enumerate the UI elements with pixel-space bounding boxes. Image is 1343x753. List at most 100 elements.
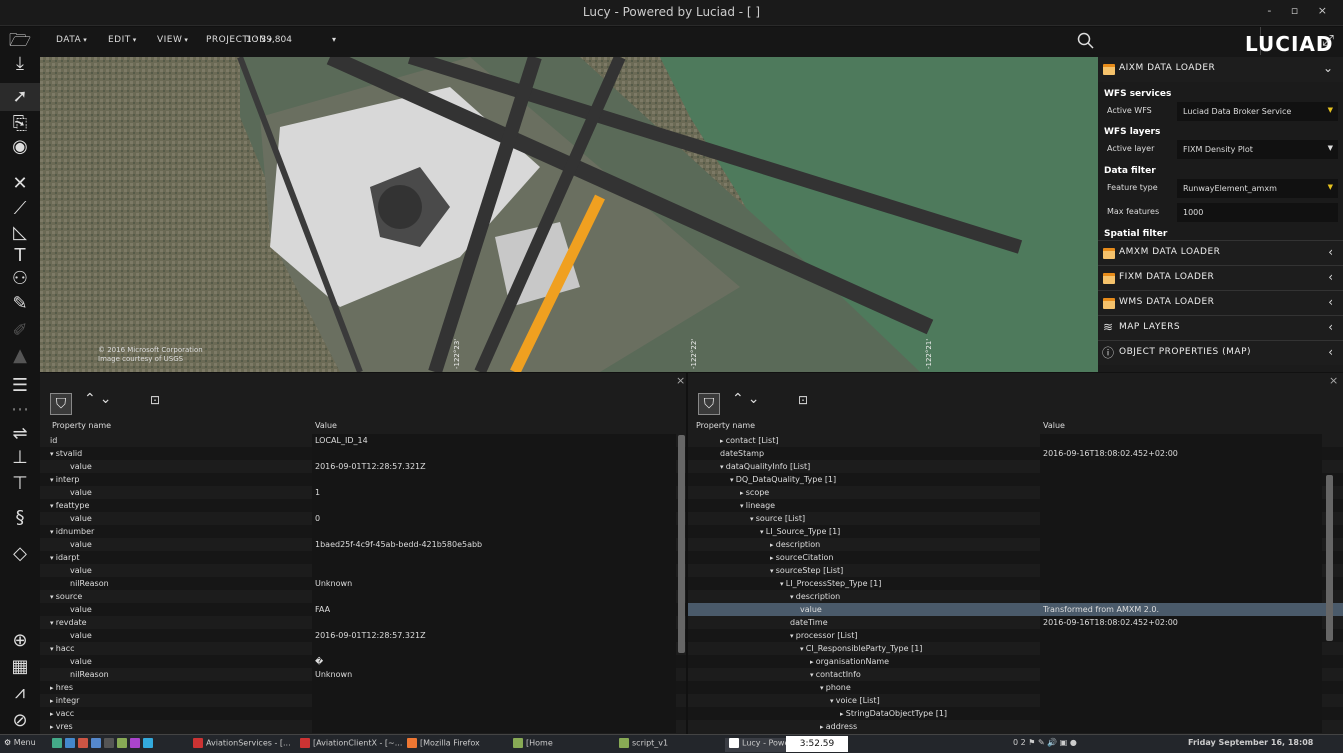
- table-row[interactable]: value Transformed from AMXM 2.0.: [688, 603, 1343, 616]
- expand-collapse-icon[interactable]: ⌃⌄: [84, 391, 115, 407]
- menu-data[interactable]: DATA ▾: [56, 35, 87, 45]
- fixm-loader-header[interactable]: FIXM DATA LOADER ‹: [1098, 265, 1343, 290]
- filter-icon[interactable]: ⛉: [698, 393, 720, 415]
- table-row[interactable]: value �: [40, 655, 686, 668]
- start-menu[interactable]: ⚙ Menu: [4, 738, 36, 752]
- table-row[interactable]: ▸ description: [688, 538, 1343, 551]
- table-row[interactable]: value 0: [40, 512, 686, 525]
- eye-icon[interactable]: ◉: [0, 133, 40, 161]
- max-features-input[interactable]: 1000: [1177, 203, 1338, 222]
- table-row[interactable]: ▸ vacc: [40, 707, 686, 720]
- table-row[interactable]: dateStamp 2016-09-16T18:08:02.452+02:00: [688, 447, 1343, 460]
- object-properties-header[interactable]: ⓘ OBJECT PROPERTIES (MAP) ‹: [1098, 340, 1343, 365]
- table-row[interactable]: value 1baed25f-4c9f-45ab-bedd-421b580e5ab…: [40, 538, 686, 551]
- table-row[interactable]: ▾ revdate: [40, 616, 686, 629]
- expand-collapse-icon[interactable]: ⌃⌄: [732, 391, 763, 407]
- task-home[interactable]: [Home: [513, 738, 553, 752]
- aixm-loader-header[interactable]: AIXM DATA LOADER ⌄: [1098, 57, 1343, 82]
- filter-icon[interactable]: ⛉: [50, 393, 72, 415]
- table-row[interactable]: ▸ integr: [40, 694, 686, 707]
- shapes-icon[interactable]: ⚇: [0, 265, 40, 293]
- table-row[interactable]: ▸ sourceCitation: [688, 551, 1343, 564]
- table-row[interactable]: dateTime 2016-09-16T18:08:02.452+02:00: [688, 616, 1343, 629]
- table-row[interactable]: id LOCAL_ID_14: [40, 434, 686, 447]
- table-row[interactable]: ▾ LI_Source_Type [1]: [688, 525, 1343, 538]
- task-script[interactable]: script_v1: [619, 738, 668, 752]
- tool-icon[interactable]: ⊤: [0, 470, 40, 498]
- scale-selector[interactable]: 1 : 39,804 ▾: [246, 35, 336, 45]
- globe-icon[interactable]: ⊕: [0, 627, 40, 655]
- close-icon[interactable]: ×: [676, 374, 685, 387]
- table-row[interactable]: ▾ description: [688, 590, 1343, 603]
- table-row[interactable]: ▾ hacc: [40, 642, 686, 655]
- select-pointer-icon[interactable]: ➚: [0, 83, 40, 111]
- task-aviation-services[interactable]: AviationServices - [...: [193, 738, 291, 752]
- window-controls[interactable]: - ▫ ×: [1267, 4, 1335, 17]
- table-row[interactable]: ▸ StringDataObjectType [1]: [688, 707, 1343, 720]
- table-row[interactable]: ▸ contact [List]: [688, 434, 1343, 447]
- check-circle-icon[interactable]: ⊘: [0, 707, 40, 735]
- table-row[interactable]: value 2016-09-01T12:28:57.321Z: [40, 460, 686, 473]
- table-row[interactable]: ▾ stvalid: [40, 447, 686, 460]
- table-row[interactable]: ▾ LI_ProcessStep_Type [1]: [688, 577, 1343, 590]
- table-row[interactable]: ▾ phone: [688, 681, 1343, 694]
- table-row[interactable]: ▾ interp: [40, 473, 686, 486]
- table-row[interactable]: value 2016-09-01T12:28:57.321Z: [40, 629, 686, 642]
- amxm-loader-header[interactable]: AMXM DATA LOADER ‹: [1098, 240, 1343, 265]
- map-view[interactable]: © 2016 Microsoft Corporation Image court…: [40, 57, 1098, 372]
- status-icons[interactable]: 0 2 ⚑ ✎ 🔊 ▣ ●: [1013, 738, 1077, 752]
- fullscreen-icon[interactable]: ⤢: [1322, 31, 1334, 49]
- task-firefox[interactable]: [Mozilla Firefox: [407, 738, 480, 752]
- table-row[interactable]: ▸ address: [688, 720, 1343, 733]
- table-row[interactable]: ▾ feattype: [40, 499, 686, 512]
- table-row[interactable]: ▾ contactInfo: [688, 668, 1343, 681]
- table-row[interactable]: ▾ DQ_DataQuality_Type [1]: [688, 473, 1343, 486]
- table-row[interactable]: value 1: [40, 486, 686, 499]
- table-row[interactable]: ▸ hres: [40, 681, 686, 694]
- table-row[interactable]: nilReason Unknown: [40, 577, 686, 590]
- plumb-icon[interactable]: ⊥: [0, 444, 40, 472]
- map-layers-header[interactable]: ≋ MAP LAYERS ‹: [1098, 315, 1343, 340]
- table-row[interactable]: ▾ lineage: [688, 499, 1343, 512]
- menu-view[interactable]: VIEW ▾: [157, 35, 188, 45]
- table-row[interactable]: ▾ idnumber: [40, 525, 686, 538]
- route-icon[interactable]: §: [0, 504, 40, 532]
- close-tool-icon[interactable]: ✕: [0, 170, 40, 198]
- scrollbar[interactable]: [678, 435, 685, 653]
- chart-icon[interactable]: ⩘: [0, 679, 40, 707]
- layer-icon[interactable]: ▲: [0, 342, 40, 370]
- search-box[interactable]: [1071, 27, 1261, 55]
- table-row[interactable]: ▾ source [List]: [688, 512, 1343, 525]
- screenshot-icon[interactable]: ⊡: [798, 393, 808, 407]
- table-row[interactable]: value FAA: [40, 603, 686, 616]
- table-row[interactable]: ▸ scope: [688, 486, 1343, 499]
- table-row[interactable]: ▾ sourceStep [List]: [688, 564, 1343, 577]
- table-row[interactable]: ▾ dataQualityInfo [List]: [688, 460, 1343, 473]
- table-row[interactable]: ▾ voice [List]: [688, 694, 1343, 707]
- pen-icon[interactable]: ✐: [0, 317, 40, 345]
- task-aviation-client[interactable]: [AviationClientX - [~...: [300, 738, 402, 752]
- table-row[interactable]: ▸ organisationName: [688, 655, 1343, 668]
- wrench-icon[interactable]: ✎: [0, 290, 40, 318]
- active-layer-select[interactable]: FIXM Density Plot ▼: [1177, 140, 1338, 159]
- table-row[interactable]: ▾ processor [List]: [688, 629, 1343, 642]
- table-row[interactable]: value: [40, 564, 686, 577]
- table-icon[interactable]: ▦: [0, 653, 40, 681]
- table-row[interactable]: ▾ idarpt: [40, 551, 686, 564]
- wms-loader-header[interactable]: WMS DATA LOADER ‹: [1098, 290, 1343, 315]
- screenshot-icon[interactable]: ⊡: [150, 393, 160, 407]
- active-wfs-select[interactable]: Luciad Data Broker Service ▼: [1177, 102, 1338, 121]
- task-lucy[interactable]: Lucy - Powe: [725, 738, 794, 752]
- table-row[interactable]: ▾ CI_ResponsibleParty_Type [1]: [688, 642, 1343, 655]
- table-row[interactable]: nilReason Unknown: [40, 668, 686, 681]
- quick-launch[interactable]: [52, 738, 156, 752]
- table-row[interactable]: ▾ source: [40, 590, 686, 603]
- shape-icon[interactable]: ◇: [0, 540, 40, 568]
- scrollbar[interactable]: [1326, 475, 1333, 641]
- table-row[interactable]: ▸ vres: [40, 720, 686, 733]
- menu-edit[interactable]: EDIT ▾: [108, 35, 137, 45]
- download-icon[interactable]: ⤓: [0, 50, 40, 78]
- property-name: ▾ source: [50, 592, 83, 601]
- close-icon[interactable]: ×: [1329, 374, 1338, 387]
- feature-type-select[interactable]: RunwayElement_amxm ▼: [1177, 179, 1338, 198]
